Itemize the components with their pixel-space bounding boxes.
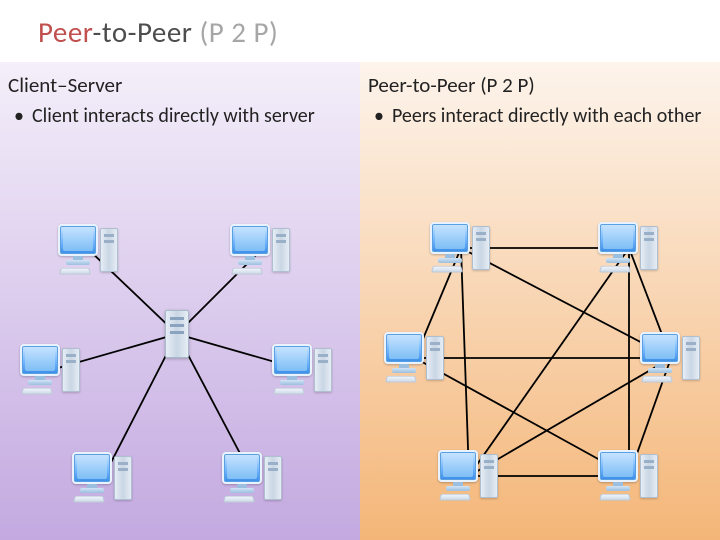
title-middle: -to-Peer [93,14,200,50]
monitor-icon [222,452,262,484]
tower-icon [640,454,658,498]
monitor-icon [430,222,470,254]
keyboard-icon [599,494,631,501]
peer-node-5 [598,448,660,504]
monitor-icon [384,332,424,364]
keyboard-icon [641,376,673,383]
tower-icon [314,348,332,392]
keyboard-icon [73,496,105,503]
heading-client-server: Client–Server [8,72,348,98]
keyboard-icon [59,268,91,275]
bullets-left: Client interacts directly with server [8,104,348,129]
monitor-icon [72,452,112,484]
tower-icon [426,336,444,380]
title-accent: Peer [38,14,93,50]
slide-title: Peer-to-Peer (P 2 P) [38,14,278,50]
tower-icon [640,226,658,270]
monitor-icon [598,222,638,254]
client-node-3 [272,342,334,398]
title-paren: (P 2 P) [199,14,278,50]
peer-node-3 [640,330,702,386]
monitor-icon [640,332,680,364]
monitor-icon [20,344,60,376]
keyboard-icon [599,266,631,273]
bullets-right: Peers interact directly with each other [368,104,708,129]
peer-node-0 [430,220,492,276]
keyboard-icon [273,388,305,395]
peer-node-1 [598,220,660,276]
keyboard-icon [431,266,463,273]
bullet-left-1: Client interacts directly with server [14,104,348,129]
keyboard-icon [439,494,471,501]
keyboard-icon [385,376,417,383]
monitor-icon [598,450,638,482]
tower-icon [264,456,282,500]
monitor-icon [438,450,478,482]
content-panels: Client–Server Client interacts directly … [0,62,720,540]
keyboard-icon [21,388,53,395]
bullet-right-1: Peers interact directly with each other [374,104,708,129]
monitor-icon [58,224,98,256]
panel-client-server: Client–Server Client interacts directly … [0,62,360,540]
tower-icon [100,228,118,272]
server-icon [165,310,189,358]
panel-p2p: Peer-to-Peer (P 2 P) Peers interact dire… [360,62,720,540]
diagram-client-server [0,182,360,522]
tower-icon [114,456,132,500]
client-node-4 [72,450,134,506]
client-node-5 [222,450,284,506]
tower-icon [682,336,700,380]
monitor-icon [272,344,312,376]
client-node-2 [20,342,82,398]
monitor-icon [230,224,270,256]
tower-icon [62,348,80,392]
client-node-0 [58,222,120,278]
peer-node-2 [384,330,446,386]
tower-icon [480,454,498,498]
peer-node-4 [438,448,500,504]
tower-icon [272,228,290,272]
diagram-p2p [360,182,720,522]
heading-p2p: Peer-to-Peer (P 2 P) [368,72,708,98]
client-node-1 [230,222,292,278]
keyboard-icon [231,268,263,275]
keyboard-icon [223,496,255,503]
tower-icon [472,226,490,270]
